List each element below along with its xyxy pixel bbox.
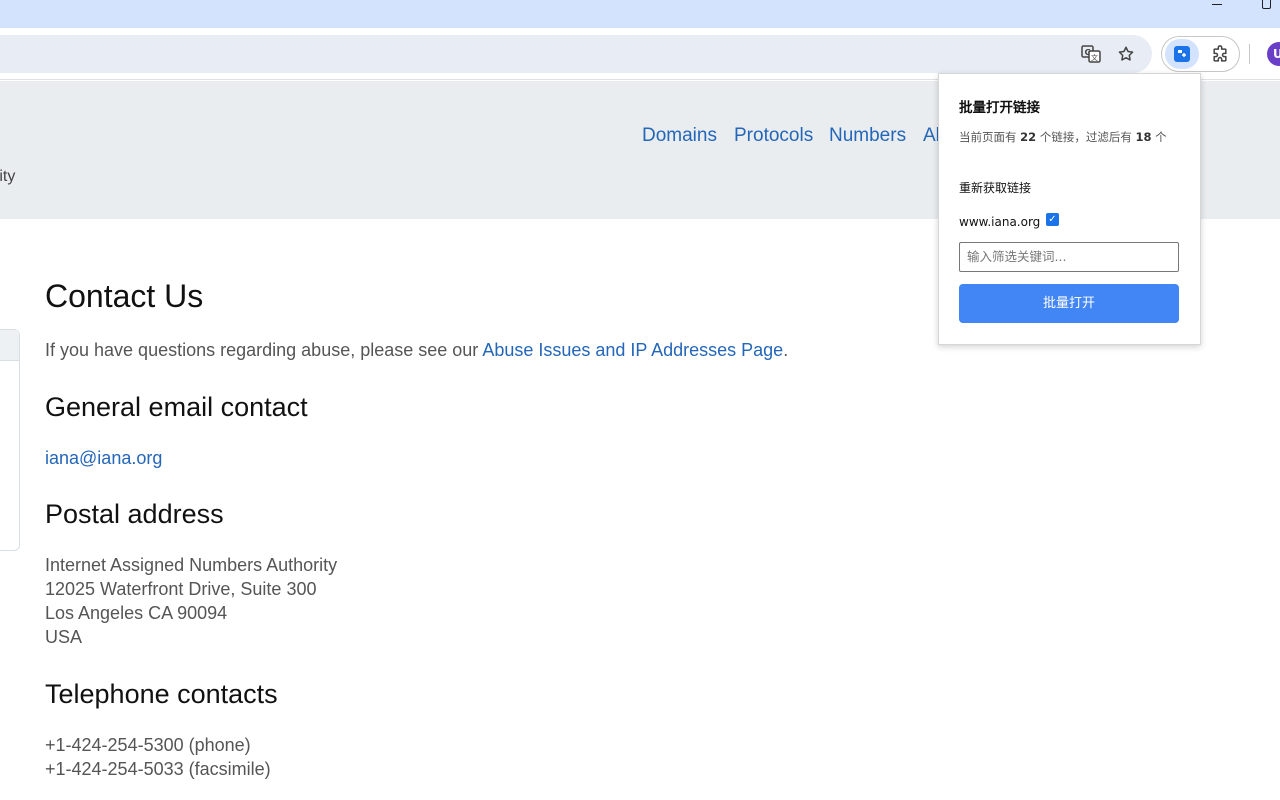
info-mid: 个链接，过滤后有 <box>1036 130 1136 144</box>
postal-line: Internet Assigned Numbers Authority <box>45 555 338 575</box>
postal-line: Los Angeles CA 90094 <box>45 603 228 623</box>
abuse-intro-text: If you have questions regarding abuse, p… <box>45 340 483 360</box>
refresh-links-link[interactable]: 重新获取链接 <box>959 179 1031 196</box>
postal-line: USA <box>45 627 83 647</box>
email-heading: General email contact <box>45 392 308 422</box>
total-link-count: 22 <box>1020 130 1037 144</box>
batch-open-popup: 批量打开链接 当前页面有 22 个链接，过滤后有 18 个 重新获取链接 www… <box>938 73 1201 345</box>
phone-line: +1-424-254-5300 (phone) <box>45 735 251 755</box>
nav-domains[interactable]: Domains <box>642 125 717 147</box>
bookmark-star-icon[interactable] <box>1112 40 1140 68</box>
address-bar[interactable] <box>0 35 1152 73</box>
svg-text:文: 文 <box>1091 53 1098 62</box>
popup-title: 批量打开链接 <box>959 100 1040 116</box>
abuse-paragraph: If you have questions regarding abuse, p… <box>45 340 788 361</box>
phone-heading: Telephone contacts <box>45 679 278 709</box>
nav-protocols[interactable]: Protocols <box>734 125 813 147</box>
restore-icon[interactable] <box>1246 0 1280 14</box>
profile-avatar[interactable]: U <box>1267 42 1280 66</box>
domain-filter-checkbox[interactable]: ✓ <box>1046 213 1059 226</box>
popup-link-count: 当前页面有 22 个链接，过滤后有 18 个 <box>959 128 1184 147</box>
minimize-icon[interactable] <box>1197 0 1237 14</box>
sidebar-menu <box>0 329 20 551</box>
postal-heading: Postal address <box>45 499 224 529</box>
postal-line: 12025 Waterfront Drive, Suite 300 <box>45 579 317 599</box>
domain-filter-label: www.iana.org <box>959 215 1041 229</box>
toolbar-divider <box>1249 44 1250 64</box>
abuse-issues-link[interactable]: Abuse Issues and IP Addresses Page <box>482 340 783 360</box>
abuse-end-text: . <box>783 340 789 360</box>
extensions-group <box>1161 36 1240 72</box>
translate-icon[interactable]: G 文 <box>1077 40 1105 68</box>
info-suffix: 个 <box>1151 130 1167 144</box>
phone-line: +1-424-254-5033 (facsimile) <box>45 759 271 779</box>
keyword-filter-input[interactable]: 输入筛选关键词... <box>959 242 1179 272</box>
window-titlebar <box>0 0 1280 28</box>
email-link[interactable]: iana@iana.org <box>45 448 162 469</box>
extensions-puzzle-icon[interactable] <box>1206 41 1234 69</box>
page-title: Contact Us <box>45 278 204 314</box>
site-logo-text[interactable]: rity <box>0 168 15 186</box>
sidebar-item-active[interactable] <box>0 330 19 361</box>
filtered-link-count: 18 <box>1135 130 1152 144</box>
info-prefix: 当前页面有 <box>959 130 1021 144</box>
batch-open-button[interactable]: 批量打开 <box>959 284 1179 323</box>
batch-open-extension-icon[interactable] <box>1165 39 1199 69</box>
nav-numbers[interactable]: Numbers <box>829 125 906 147</box>
